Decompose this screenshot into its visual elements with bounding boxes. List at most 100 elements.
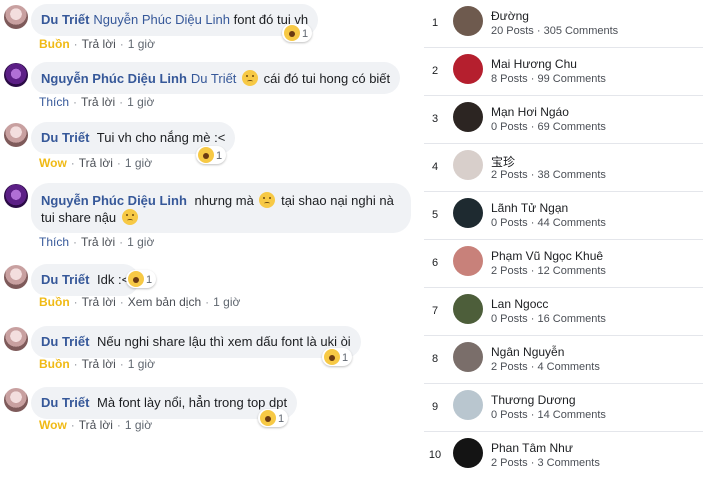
avatar[interactable] <box>4 265 28 289</box>
reply-link[interactable]: Trả lời <box>82 295 116 309</box>
comment-text: Tui vh cho nắng mè :< <box>96 130 226 145</box>
avatar[interactable] <box>453 54 483 84</box>
comment-bubble: Nguyễn Phúc Diệu Linh Du Triết cái đó tui… <box>31 62 401 94</box>
reaction-button[interactable]: Buồn <box>39 295 70 309</box>
comment-bubble: Du Triết Nguyễn Phúc Diệu Linh font đó tu… <box>31 4 319 36</box>
member-row[interactable]: 8 Ngân Nguyễn 2 Posts · 4 Comments <box>424 336 703 384</box>
comment-author[interactable]: Du Triết <box>41 130 89 145</box>
timestamp[interactable]: 1 giờ <box>128 357 155 371</box>
member-row[interactable]: 9 Thương Dương 0 Posts · 14 Comments <box>424 384 703 432</box>
avatar[interactable] <box>453 102 483 132</box>
member-stats: 0 Posts · 69 Comments <box>491 121 606 133</box>
member-name[interactable]: Lãnh Tử Ngạn <box>491 201 568 215</box>
avatar[interactable] <box>453 342 483 372</box>
avatar[interactable] <box>453 6 483 36</box>
member-stats: 2 Posts · 38 Comments <box>491 169 606 181</box>
member-row[interactable]: 7 Lan Ngocc 0 Posts · 16 Comments <box>424 288 703 336</box>
avatar[interactable] <box>4 5 28 29</box>
timestamp[interactable]: 1 giờ <box>125 418 152 432</box>
avatar[interactable] <box>4 184 28 208</box>
member-stats: 0 Posts · 16 Comments <box>491 313 606 325</box>
member-stats: 2 Posts · 12 Comments <box>491 265 606 277</box>
comment-author[interactable]: Nguyễn Phúc Diệu Linh <box>41 193 187 208</box>
member-name[interactable]: 宝珍 <box>491 153 515 170</box>
reaction-button[interactable]: Buồn <box>39 37 70 51</box>
wow-icon <box>260 410 276 426</box>
reaction-badge[interactable]: 1 <box>196 146 227 164</box>
member-row[interactable]: 5 Lãnh Tử Ngạn 0 Posts · 44 Comments <box>424 192 703 240</box>
like-button[interactable]: Thích <box>39 95 69 109</box>
rank-number: 7 <box>431 305 439 317</box>
comment-bubble: Du Triết Idk :< <box>31 264 140 296</box>
comment-actions: Buồn · Trả lời · 1 giờ <box>39 37 155 51</box>
member-stats: 0 Posts · 44 Comments <box>491 217 606 229</box>
member-name[interactable]: Phạm Vũ Ngọc Khuê <box>491 249 603 263</box>
comment-text: Nếu nghi share lậu thì xem dấu font là u… <box>97 334 351 349</box>
comment-author[interactable]: Nguyễn Phúc Diệu Linh <box>41 71 187 86</box>
comment-bubble: Du Triết Nếu nghi share lậu thì xem dấu … <box>31 326 361 358</box>
reaction-button[interactable]: Wow <box>39 156 67 170</box>
member-row[interactable]: 6 Phạm Vũ Ngọc Khuê 2 Posts · 12 Comment… <box>424 240 703 288</box>
member-name[interactable]: Phan Tâm Như <box>491 441 573 455</box>
avatar[interactable] <box>453 390 483 420</box>
avatar[interactable] <box>4 123 28 147</box>
avatar[interactable] <box>453 246 483 276</box>
like-button[interactable]: Thích <box>39 235 69 249</box>
comment-bubble: Du Triết Mà font lày nổi, hẳn trong top … <box>31 387 298 419</box>
comment-text: nhưng mà <box>194 193 254 208</box>
avatar[interactable] <box>4 327 28 351</box>
member-stats: 8 Posts · 99 Comments <box>491 73 606 85</box>
comment-author[interactable]: Du Triết <box>41 12 89 27</box>
comment-author[interactable]: Du Triết <box>41 395 89 410</box>
member-row[interactable]: 1 Đường 20 Posts · 305 Comments <box>424 0 703 48</box>
timestamp[interactable]: 1 giờ <box>125 156 152 170</box>
member-name[interactable]: Đường <box>491 9 529 23</box>
mention[interactable]: Du Triết <box>191 71 237 86</box>
avatar[interactable] <box>4 63 28 87</box>
reaction-button[interactable]: Wow <box>39 418 67 432</box>
avatar[interactable] <box>453 294 483 324</box>
member-stats: 0 Posts · 14 Comments <box>491 409 606 421</box>
rank-number: 9 <box>431 401 439 413</box>
timestamp[interactable]: 1 giờ <box>127 235 154 249</box>
member-row[interactable]: 4 宝珍 2 Posts · 38 Comments <box>424 144 703 192</box>
comment-actions: Buồn · Trả lời · 1 giờ <box>39 357 155 371</box>
comment-actions: Thích · Trả lời · 1 giờ <box>39 235 155 249</box>
reply-link[interactable]: Trả lời <box>81 95 115 109</box>
mention[interactable]: Nguyễn Phúc Diệu Linh <box>93 12 230 27</box>
reply-link[interactable]: Trả lời <box>79 156 113 170</box>
reply-link[interactable]: Trả lời <box>79 418 113 432</box>
member-stats: 20 Posts · 305 Comments <box>491 25 619 37</box>
avatar[interactable] <box>4 388 28 412</box>
member-name[interactable]: Ngân Nguyễn <box>491 345 564 359</box>
comment-thread: Du Triết Nguyễn Phúc Diệu Linh font đó tu… <box>0 0 420 478</box>
member-name[interactable]: Mai Hương Chu <box>491 57 577 71</box>
reaction-badge[interactable]: 1 <box>126 270 157 288</box>
member-name[interactable]: Thương Dương <box>491 393 576 407</box>
avatar[interactable] <box>453 150 483 180</box>
reaction-button[interactable]: Buồn <box>39 357 70 371</box>
avatar[interactable] <box>453 198 483 228</box>
member-row[interactable]: 2 Mai Hương Chu 8 Posts · 99 Comments <box>424 48 703 96</box>
member-row[interactable]: 10 Phan Tâm Như 2 Posts · 3 Comments <box>424 432 703 478</box>
reaction-badge[interactable]: 1 <box>258 409 289 427</box>
wow-icon <box>198 147 214 163</box>
timestamp[interactable]: 1 giờ <box>127 95 154 109</box>
reply-link[interactable]: Trả lời <box>81 235 115 249</box>
confused-emoji-icon <box>121 209 138 225</box>
reply-link[interactable]: Trả lời <box>82 37 116 51</box>
member-stats: 2 Posts · 3 Comments <box>491 457 600 469</box>
reply-link[interactable]: Trả lời <box>82 357 116 371</box>
comment-author[interactable]: Du Triết <box>41 272 89 287</box>
sad-icon <box>324 349 340 365</box>
member-name[interactable]: Mạn Hơi Ngáo <box>491 105 569 119</box>
member-row[interactable]: 3 Mạn Hơi Ngáo 0 Posts · 69 Comments <box>424 96 703 144</box>
comment-author[interactable]: Du Triết <box>41 334 89 349</box>
avatar[interactable] <box>453 438 483 468</box>
member-name[interactable]: Lan Ngocc <box>491 297 548 311</box>
reaction-badge[interactable]: 1 <box>322 348 353 366</box>
see-translation-link[interactable]: Xem bản dịch <box>128 295 201 309</box>
timestamp[interactable]: 1 giờ <box>128 37 155 51</box>
timestamp[interactable]: 1 giờ <box>213 295 240 309</box>
reaction-badge[interactable]: 1 <box>282 24 313 42</box>
